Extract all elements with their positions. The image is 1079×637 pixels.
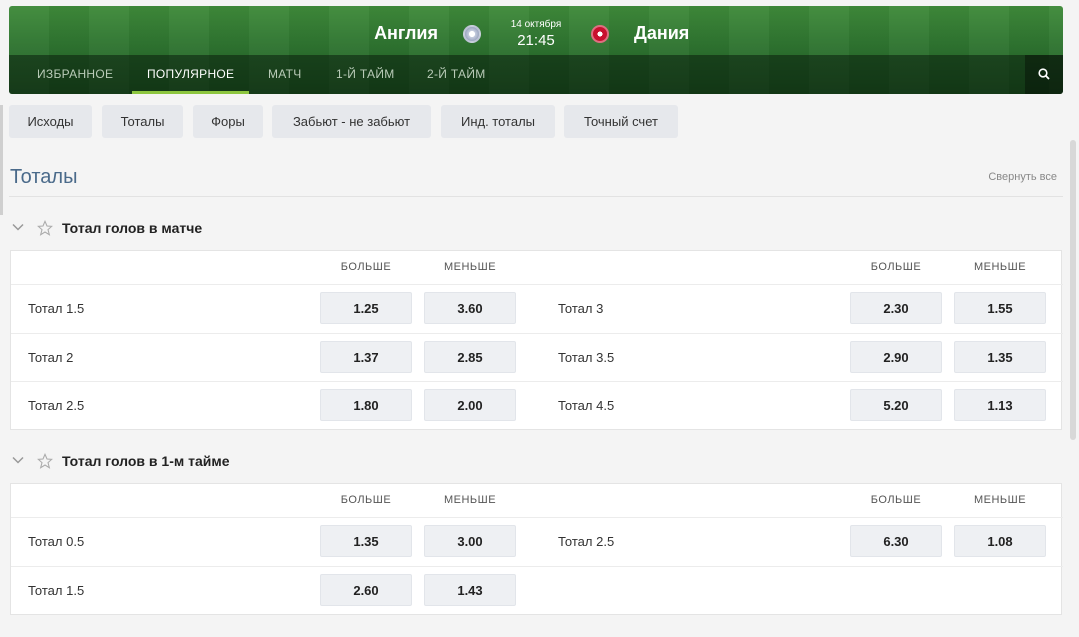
table-row: Тотал 1.5 1.25 3.60 Тотал 3 2.30 1.55 [11,284,1063,332]
denmark-flag-icon [591,25,609,43]
total-label: Тотал 2 [28,350,74,365]
scrollbar[interactable] [1070,140,1076,440]
odd-over-button[interactable]: 1.25 [320,292,412,324]
odd-over-button[interactable]: 1.35 [320,525,412,557]
odd-over-button[interactable]: 6.30 [850,525,942,557]
col-under: МЕНЬШЕ [973,494,1027,506]
market-table: БОЛЬШЕ МЕНЬШЕ БОЛЬШЕ МЕНЬШЕ Тотал 0.5 1.… [10,483,1063,615]
total-label: Тотал 2.5 [558,534,615,549]
col-under: МЕНЬШЕ [443,494,497,506]
table-row: Тотал 1.5 2.60 1.43 [11,566,1063,614]
total-label: Тотал 1.5 [28,583,85,598]
filter-totals[interactable]: Тоталы [102,105,183,138]
tab-favorites[interactable]: ИЗБРАННОЕ [37,55,113,94]
total-label: Тотал 3 [558,301,604,316]
filter-ind-totals[interactable]: Инд. тоталы [441,105,555,138]
filter-both-score[interactable]: Забьют - не забьют [272,105,431,138]
star-icon[interactable] [37,453,53,469]
match-date: 14 октября [510,19,562,30]
tab-first-half[interactable]: 1-Й ТАЙМ [336,55,395,94]
market-nav: ИЗБРАННОЕ ПОПУЛЯРНОЕ МАТЧ 1-Й ТАЙМ 2-Й Т… [9,55,1063,94]
odd-under-button[interactable]: 3.00 [424,525,516,557]
chevron-down-icon[interactable] [12,456,24,464]
market-title: Тотал голов в 1-м тайме [62,453,230,469]
tab-popular[interactable]: ПОПУЛЯРНОЕ [131,55,250,94]
away-team-name: Дания [634,23,690,43]
col-over: БОЛЬШЕ [340,494,392,506]
odd-under-button[interactable]: 1.55 [954,292,1046,324]
total-label: Тотал 2.5 [28,398,85,413]
total-label: Тотал 4.5 [558,398,615,413]
table-row: Тотал 2.5 1.80 2.00 Тотал 4.5 5.20 1.13 [11,381,1063,429]
col-under: МЕНЬШЕ [973,261,1027,273]
total-label: Тотал 3.5 [558,350,615,365]
market-table: БОЛЬШЕ МЕНЬШЕ БОЛЬШЕ МЕНЬШЕ Тотал 1.5 1.… [10,250,1063,430]
total-label: Тотал 0.5 [28,534,85,549]
match-info: Англия 14 октября 21:45 Дания [9,6,1063,56]
col-over: БОЛЬШЕ [870,494,922,506]
star-icon[interactable] [37,220,53,236]
filter-handicaps[interactable]: Форы [193,105,263,138]
search-button[interactable] [1025,55,1063,94]
table-row: Тотал 0.5 1.35 3.00 Тотал 2.5 6.30 1.08 [11,517,1063,565]
search-icon [1038,68,1050,80]
odd-over-button[interactable]: 1.37 [320,341,412,373]
odd-under-button[interactable]: 2.00 [424,389,516,421]
odd-under-button[interactable]: 1.08 [954,525,1046,557]
tab-match[interactable]: МАТЧ [268,55,302,94]
total-label: Тотал 1.5 [28,301,85,316]
left-scroll-edge [0,105,3,215]
section-divider [9,196,1063,197]
collapse-all-link[interactable]: Свернуть все [988,171,1057,183]
match-time: 21:45 [517,32,555,49]
odd-over-button[interactable]: 2.90 [850,341,942,373]
filter-outcomes[interactable]: Исходы [9,105,92,138]
odd-over-button[interactable]: 1.80 [320,389,412,421]
table-row: Тотал 2 1.37 2.85 Тотал 3.5 2.90 1.35 [11,333,1063,381]
odd-over-button[interactable]: 2.60 [320,574,412,606]
odd-under-button[interactable]: 1.13 [954,389,1046,421]
market-title: Тотал голов в матче [62,220,203,236]
col-under: МЕНЬШЕ [443,261,497,273]
tab-second-half[interactable]: 2-Й ТАЙМ [427,55,486,94]
filter-exact-score[interactable]: Точный счет [564,105,678,138]
match-header: Англия 14 октября 21:45 Дания ИЗБРАННОЕ … [9,6,1063,94]
chevron-down-icon[interactable] [12,223,24,231]
odd-over-button[interactable]: 5.20 [850,389,942,421]
odd-under-button[interactable]: 1.35 [954,341,1046,373]
odd-under-button[interactable]: 3.60 [424,292,516,324]
col-over: БОЛЬШЕ [870,261,922,273]
col-over: БОЛЬШЕ [340,261,392,273]
odd-under-button[interactable]: 1.43 [424,574,516,606]
odd-under-button[interactable]: 2.85 [424,341,516,373]
odd-over-button[interactable]: 2.30 [850,292,942,324]
section-title: Тоталы [10,166,78,188]
